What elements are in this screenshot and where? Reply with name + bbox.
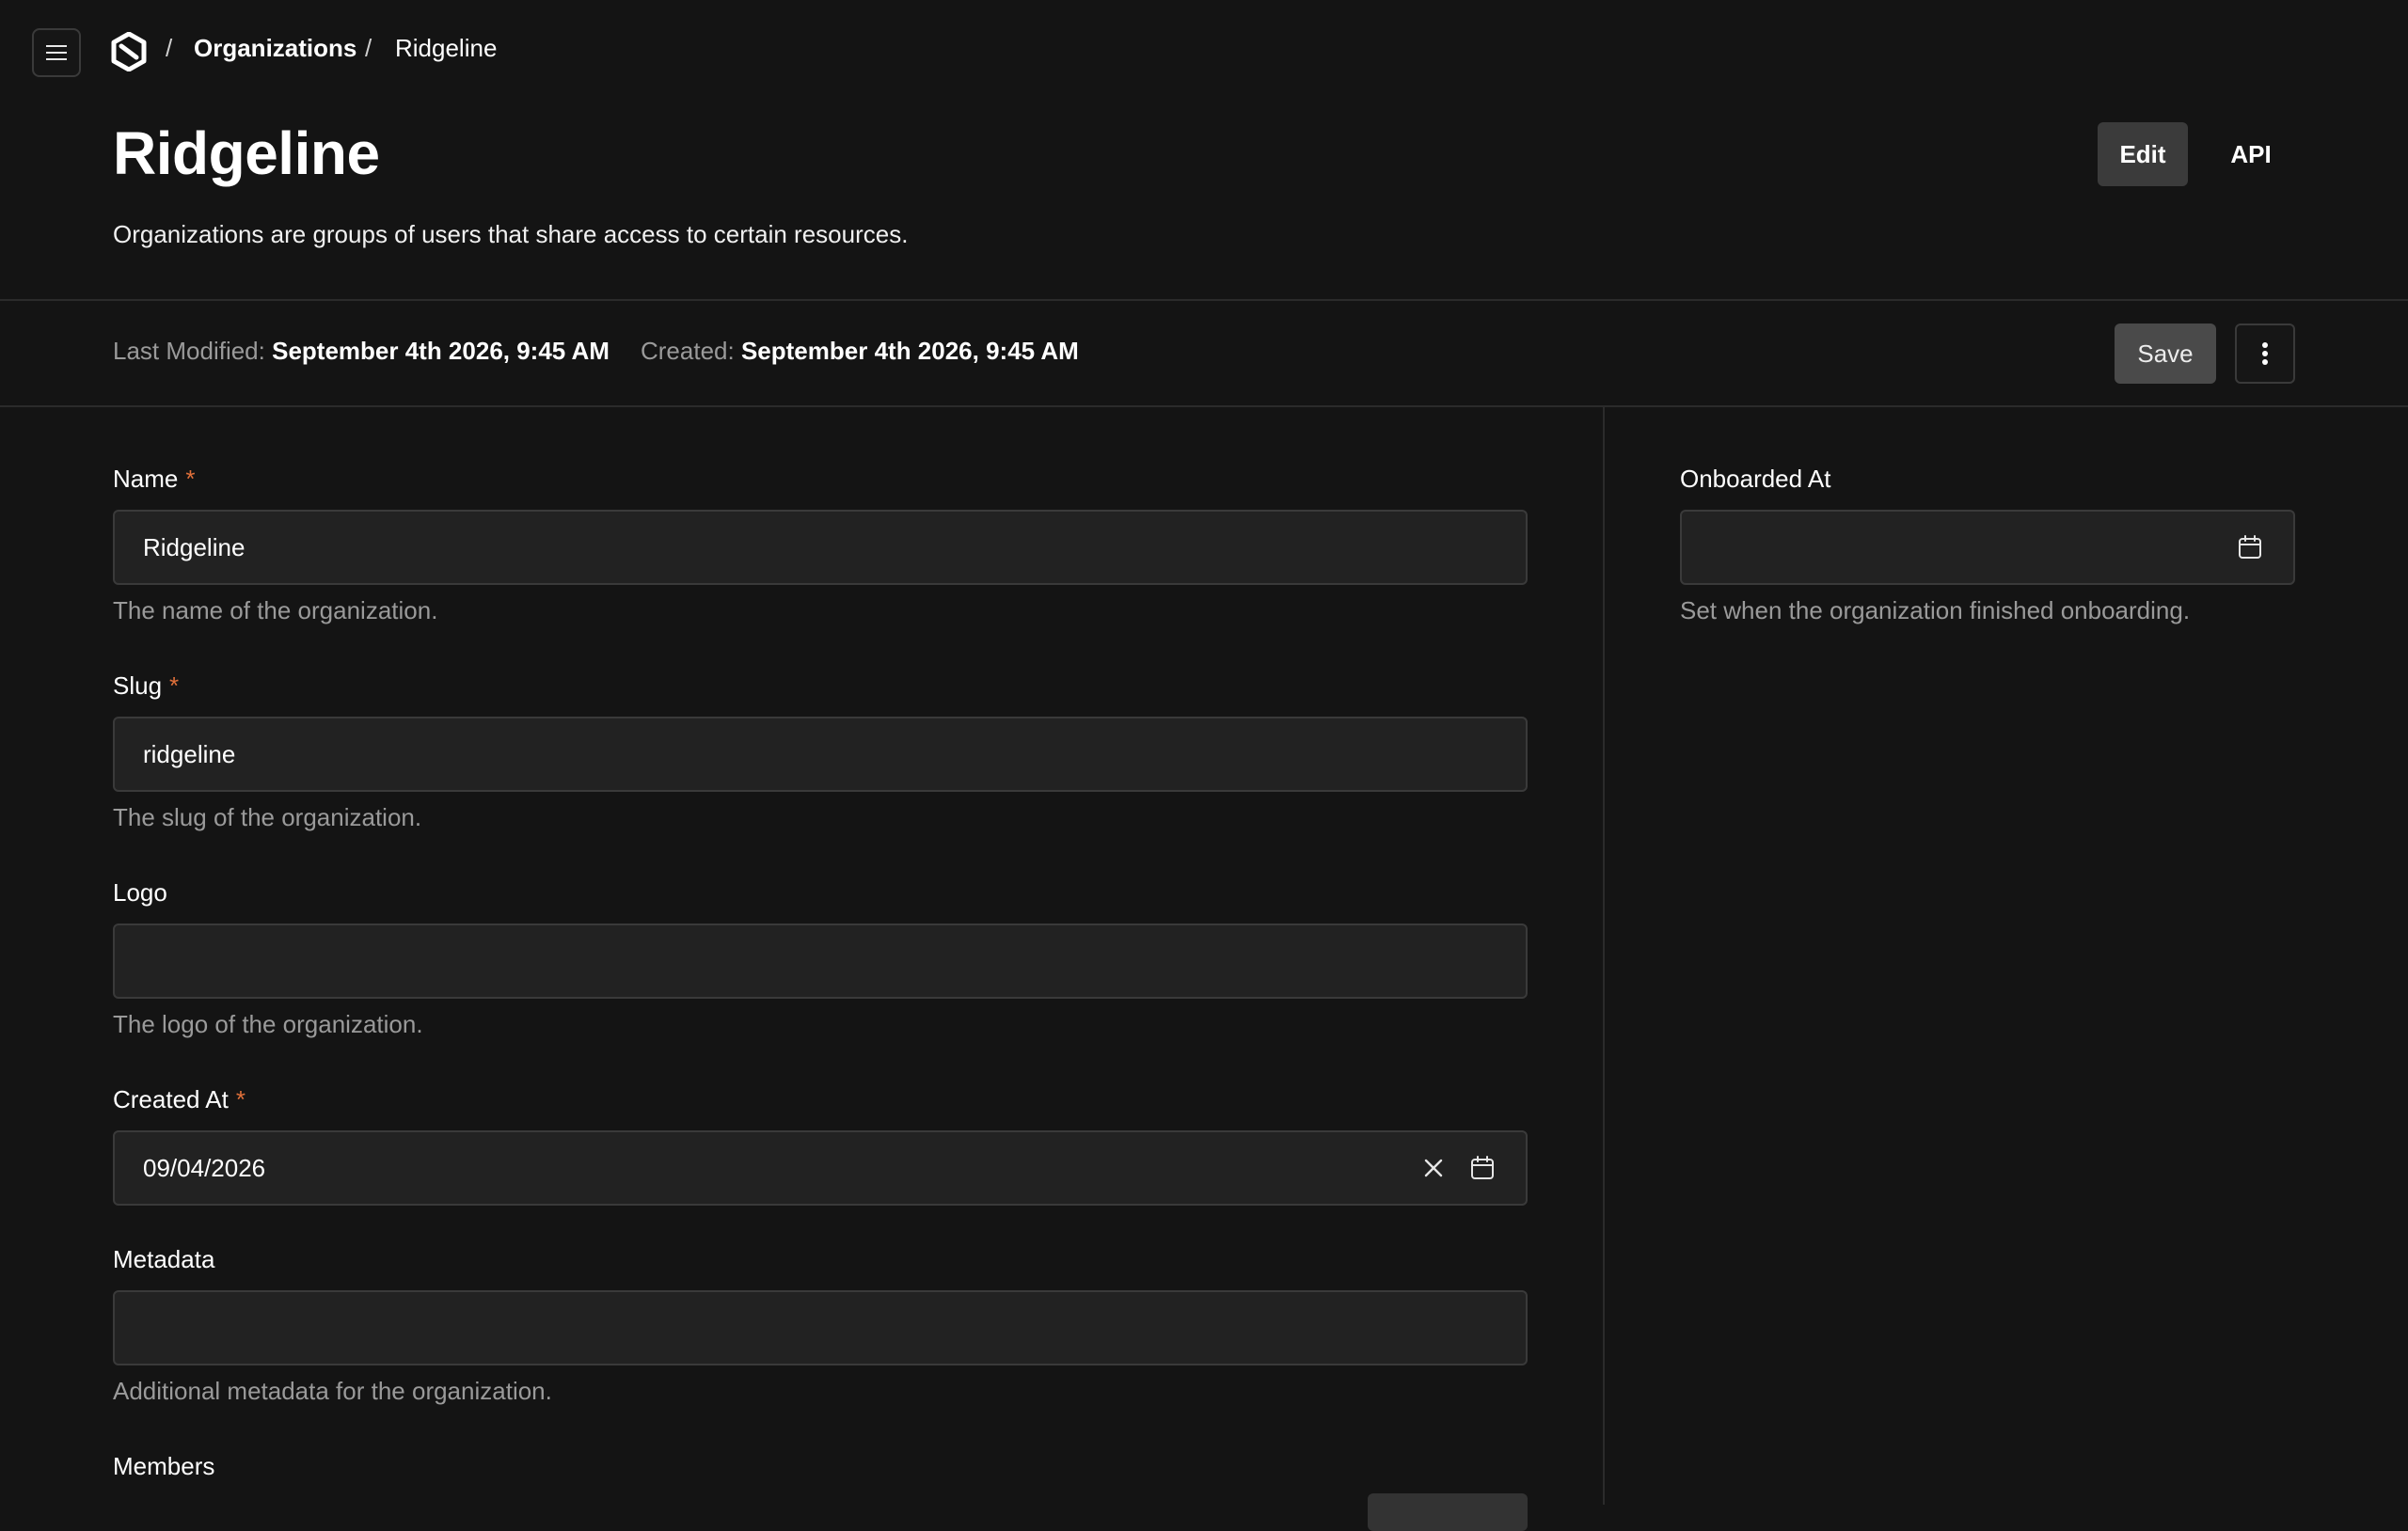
breadcrumb-separator: / (365, 34, 372, 62)
required-mark: * (169, 671, 180, 700)
clear-date-button[interactable] (1418, 1153, 1449, 1183)
page-title: Ridgeline (113, 119, 380, 187)
more-actions-button[interactable] (2235, 324, 2295, 384)
column-divider (1603, 406, 1605, 1505)
metadata-help: Additional metadata for the organization… (113, 1377, 552, 1405)
members-label: Members (113, 1452, 214, 1481)
edit-tab-button[interactable]: Edit (2098, 122, 2188, 186)
divider (0, 299, 2408, 301)
page-description: Organizations are groups of users that s… (113, 220, 909, 248)
metadata-label: Metadata (113, 1245, 214, 1274)
metadata-label-text: Metadata (113, 1245, 215, 1273)
slug-label-text: Slug (113, 671, 163, 700)
created-label: Created: (641, 337, 735, 365)
created-meta: Created: September 4th 2026, 9:45 AM (641, 337, 1079, 366)
last-modified-label: Last Modified: (113, 337, 265, 365)
name-label-text: Name (113, 465, 179, 493)
logo-label-text: Logo (113, 878, 167, 907)
vertical-dots-icon (2262, 342, 2268, 365)
created-at-date-input[interactable]: 09/04/2026 (113, 1130, 1528, 1206)
members-add-button[interactable] (1368, 1493, 1528, 1531)
slug-input-value: ridgeline (143, 740, 236, 768)
name-label: Name * (113, 465, 195, 494)
logo-input[interactable] (113, 923, 1528, 999)
hamburger-icon (46, 45, 67, 60)
created-at-value: 09/04/2026 (143, 1154, 266, 1182)
slug-label: Slug * (113, 671, 179, 701)
calendar-button[interactable] (1467, 1153, 1497, 1183)
logo-help: The logo of the organization. (113, 1010, 423, 1038)
close-icon (1424, 1159, 1443, 1177)
breadcrumb-separator: / (166, 34, 173, 62)
created-value: September 4th 2026, 9:45 AM (740, 337, 1079, 365)
calendar-icon (1471, 1156, 1494, 1179)
onboarded-at-date-input[interactable] (1680, 510, 2295, 585)
name-input[interactable]: Ridgeline (113, 510, 1528, 585)
last-modified: Last Modified: September 4th 2026, 9:45 … (113, 337, 610, 366)
required-mark: * (235, 1085, 246, 1113)
name-help: The name of the organization. (113, 596, 438, 624)
calendar-icon (2239, 535, 2261, 559)
required-mark: * (185, 465, 196, 493)
name-input-value: Ridgeline (143, 533, 246, 561)
calendar-button[interactable] (2235, 532, 2265, 562)
onboarded-at-label-text: Onboarded At (1680, 465, 1831, 493)
created-at-label: Created At * (113, 1085, 246, 1114)
metadata-input[interactable] (113, 1290, 1528, 1365)
slug-input[interactable]: ridgeline (113, 717, 1528, 792)
slug-help: The slug of the organization. (113, 803, 422, 831)
members-label-text: Members (113, 1452, 215, 1480)
last-modified-value: September 4th 2026, 9:45 AM (272, 337, 610, 365)
api-tab-button[interactable]: API (2209, 122, 2293, 186)
created-at-label-text: Created At (113, 1085, 229, 1113)
logo-label: Logo (113, 878, 167, 908)
breadcrumb-current: Ridgeline (395, 34, 498, 62)
app-logo-icon[interactable] (111, 32, 147, 71)
menu-button[interactable] (32, 28, 81, 77)
onboarded-at-help: Set when the organization finished onboa… (1680, 596, 2191, 624)
save-button[interactable]: Save (2115, 324, 2216, 384)
onboarded-at-label: Onboarded At (1680, 465, 1830, 494)
top-bar: / Organizations / Ridgeline (0, 0, 2408, 103)
divider (0, 405, 2408, 407)
breadcrumb-organizations[interactable]: Organizations (194, 34, 356, 63)
